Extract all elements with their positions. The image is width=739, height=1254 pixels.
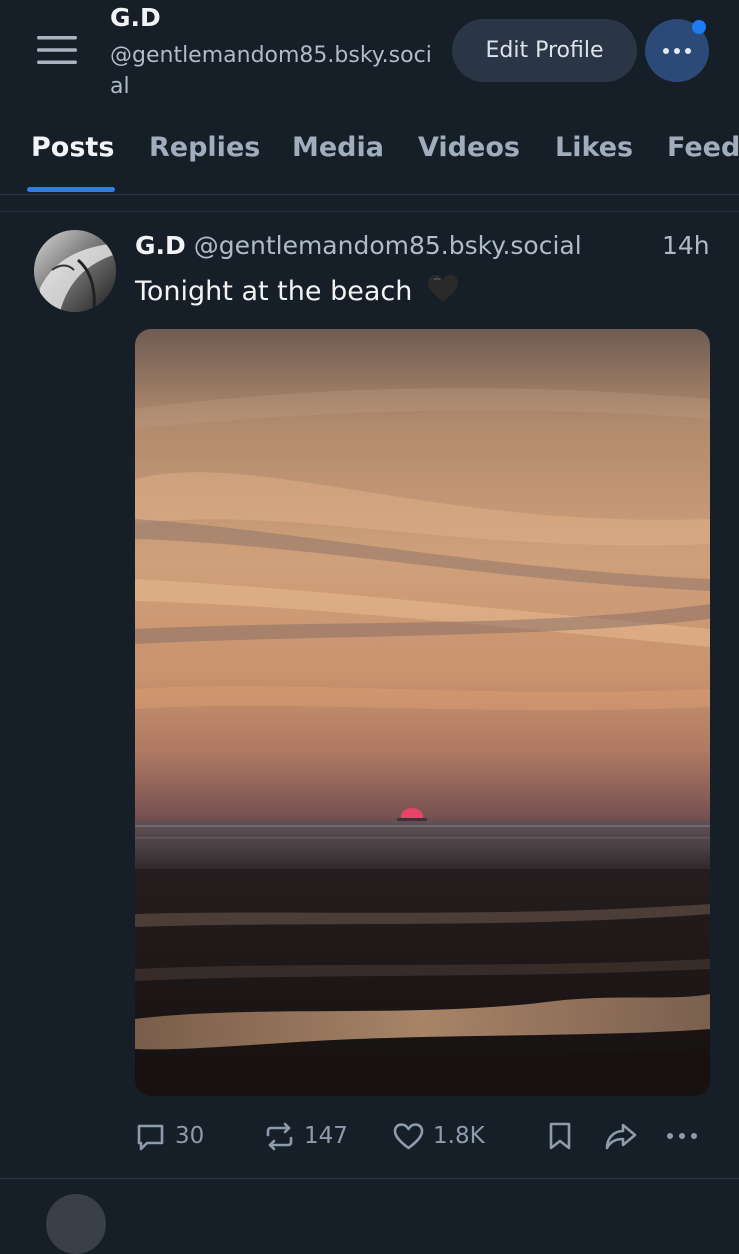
tab-media[interactable]: Media <box>292 132 384 163</box>
ellipsis-icon <box>667 1133 697 1139</box>
post-timestamp[interactable]: 14h <box>662 231 710 260</box>
reply-count: 30 <box>175 1123 205 1149</box>
black-heart-icon <box>427 274 459 311</box>
menu-button[interactable] <box>30 28 84 72</box>
post-image-sunset-beach[interactable] <box>135 329 710 1096</box>
profile-handle: @gentlemandom85.bsky.social <box>110 43 432 99</box>
post-more-options-button[interactable] <box>666 1118 698 1154</box>
post-text-content: Tonight at the beach <box>135 276 413 307</box>
share-icon <box>605 1123 637 1149</box>
ellipsis-icon <box>663 47 691 54</box>
hamburger-menu-icon <box>37 36 77 64</box>
profile-tabs: Posts Replies Media Videos Likes Feeds <box>0 112 739 195</box>
reply-button[interactable]: 30 <box>135 1118 204 1154</box>
tab-posts[interactable]: Posts <box>31 132 114 163</box>
reply-icon <box>137 1124 164 1150</box>
post-author-handle[interactable]: @gentlemandom85.bsky.social <box>194 231 582 260</box>
repost-button[interactable]: 147 <box>264 1118 348 1154</box>
bookmark-button[interactable] <box>547 1118 573 1154</box>
divider <box>0 211 739 212</box>
like-button[interactable]: 1.8K <box>393 1118 485 1154</box>
profile-header: G.D @gentlemandom85.bsky.social Edit Pro… <box>0 0 739 112</box>
repost-count: 147 <box>304 1123 348 1149</box>
bookmark-icon <box>549 1122 571 1149</box>
share-button[interactable] <box>604 1118 638 1154</box>
tab-likes[interactable]: Likes <box>555 132 633 163</box>
divider <box>0 1178 739 1179</box>
tab-videos[interactable]: Videos <box>418 132 520 163</box>
post-text: Tonight at the beach <box>135 274 459 311</box>
edit-profile-button[interactable]: Edit Profile <box>452 19 637 82</box>
like-count: 1.8K <box>433 1123 485 1149</box>
tab-replies[interactable]: Replies <box>149 132 260 163</box>
active-tab-indicator <box>27 187 115 192</box>
heart-icon <box>393 1122 424 1149</box>
tab-feeds[interactable]: Feeds <box>667 132 739 163</box>
repost-icon <box>266 1122 293 1150</box>
notification-dot <box>692 20 706 34</box>
next-post-avatar[interactable] <box>46 1194 106 1254</box>
post-author-name[interactable]: G.D <box>135 231 186 260</box>
profile-display-name: G.D <box>110 3 161 32</box>
author-avatar[interactable] <box>34 230 116 312</box>
post-meta: G.D @gentlemandom85.bsky.social <box>135 231 582 260</box>
